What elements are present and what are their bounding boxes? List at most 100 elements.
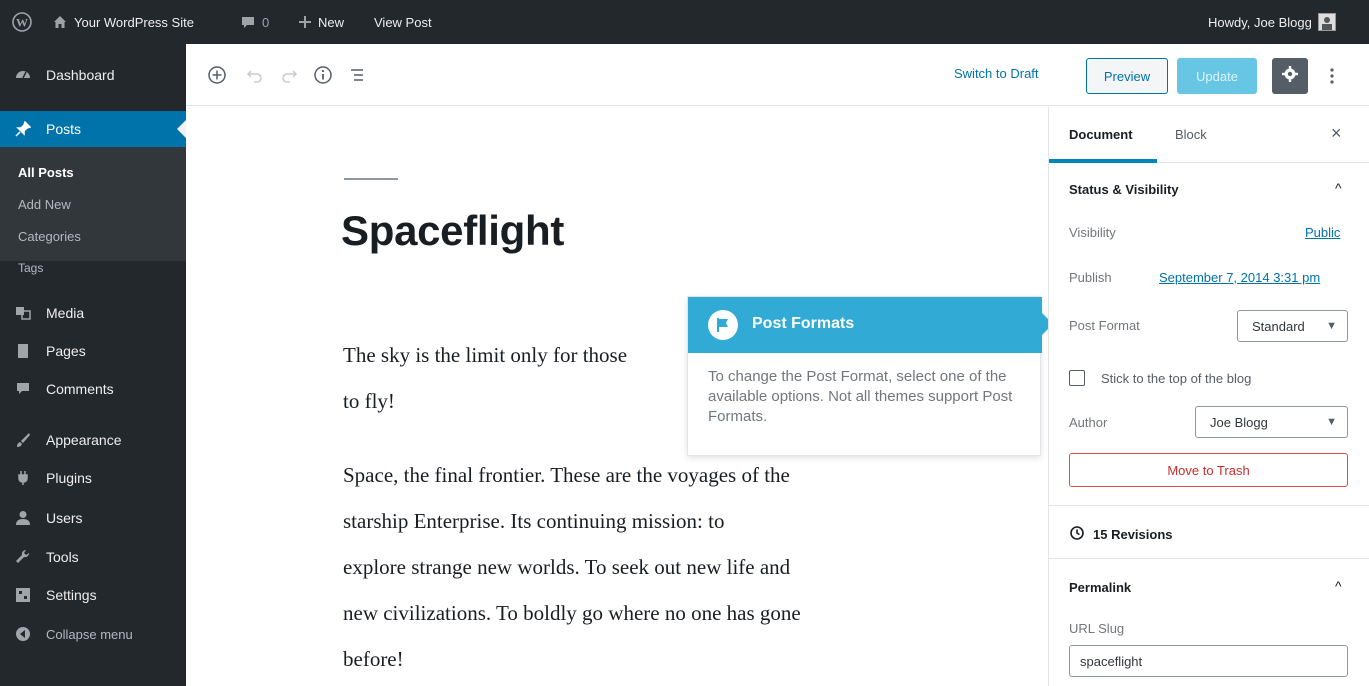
divider [1049, 505, 1369, 506]
sidebar-item-dashboard[interactable]: Dashboard [0, 58, 186, 92]
svg-text:W: W [16, 16, 28, 30]
avatar [1317, 13, 1336, 31]
sidebar-item-label: Dashboard [46, 67, 115, 83]
sidebar-item-posts[interactable]: Posts [0, 111, 186, 147]
sidebar-item-users[interactable]: Users [0, 501, 186, 535]
sidebar-item-plugins[interactable]: Plugins [0, 461, 186, 495]
preview-button[interactable]: Preview [1086, 58, 1168, 94]
info-icon[interactable] [312, 64, 334, 86]
paragraph-line: before! [343, 647, 404, 671]
revisions-link[interactable]: 15 Revisions [1069, 525, 1173, 544]
plus-icon [298, 15, 312, 29]
sidebar-item-label: Collapse menu [46, 626, 133, 642]
brush-icon [14, 431, 32, 449]
comments-icon [14, 380, 32, 398]
sidebar-item-label: Media [46, 305, 85, 321]
popover-body: To change the Post Format, select one of… [708, 368, 1013, 425]
sidebar-item-label: Plugins [46, 470, 92, 486]
wrench-icon [14, 548, 32, 566]
sidebar-item-settings[interactable]: Settings [0, 578, 186, 612]
view-post-label: View Post [374, 14, 432, 30]
chevron-down-icon: ▼ [1326, 416, 1337, 428]
new-label: New [318, 14, 345, 30]
greeting: Howdy, Joe Blogg [1208, 14, 1312, 30]
tab-document[interactable]: Document [1069, 127, 1133, 142]
settings-icon [14, 586, 32, 604]
chevron-down-icon: ▼ [1326, 320, 1337, 332]
users-icon [14, 509, 32, 527]
post-format-label: Post Format [1069, 318, 1140, 333]
new-content-link[interactable]: New [298, 0, 344, 44]
stick-to-top-checkbox[interactable] [1069, 370, 1085, 386]
admin-bar: W Your WordPress Site 0 New View Post Ho… [0, 0, 1369, 44]
sidebar-item-tools[interactable]: Tools [0, 540, 186, 574]
sidebar-tabs: Document Block × [1049, 107, 1369, 163]
site-name: Your WordPress Site [74, 14, 194, 30]
visibility-label: Visibility [1069, 225, 1116, 240]
submenu-add-new[interactable]: Add New [18, 197, 71, 212]
comments-count: 0 [262, 14, 270, 30]
tab-block[interactable]: Block [1175, 127, 1207, 142]
switch-to-draft-button[interactable]: Switch to Draft [954, 66, 1039, 81]
author-label: Author [1069, 415, 1108, 430]
gear-icon [1281, 65, 1299, 88]
sidebar-item-media[interactable]: Media [0, 296, 186, 330]
sidebar-item-pages[interactable]: Pages [0, 334, 186, 368]
flag-icon [708, 310, 738, 340]
update-button[interactable]: Update [1177, 58, 1257, 94]
post-format-select[interactable]: Standard ▼ [1237, 310, 1348, 342]
post-formats-popover: Post Formats To change the Post Format, … [687, 296, 1042, 456]
submenu-categories[interactable]: Categories [18, 229, 81, 244]
plug-icon [14, 469, 32, 487]
url-slug-input[interactable]: spaceflight [1069, 645, 1348, 677]
wordpress-logo-icon[interactable]: W [12, 0, 32, 44]
paragraph-line: explore strange new worlds. To seek out … [343, 555, 791, 579]
stick-to-top-label[interactable]: Stick to the top of the blog [1101, 371, 1251, 386]
visibility-link[interactable]: Public [1305, 225, 1340, 240]
popover-title: Post Formats [752, 315, 855, 332]
chevron-up-icon[interactable]: ^ [1335, 180, 1342, 196]
sidebar-item-label: Users [46, 510, 83, 526]
chevron-up-icon[interactable]: ^ [1335, 578, 1342, 594]
author-select[interactable]: Joe Blogg ▼ [1195, 406, 1348, 438]
more-options-icon[interactable] [1324, 58, 1340, 94]
posts-submenu: All Posts Add New Categories Tags [0, 147, 186, 275]
submenu-tags[interactable]: Tags [18, 261, 43, 275]
publish-label: Publish [1069, 270, 1112, 285]
sidebar-item-label: Posts [46, 121, 82, 137]
pin-icon [14, 120, 32, 138]
publish-date-link[interactable]: September 7, 2014 3:31 pm [1159, 270, 1320, 285]
pages-icon [14, 342, 32, 360]
sidebar-item-label: Comments [46, 381, 114, 397]
add-block-icon[interactable] [206, 64, 228, 86]
settings-button[interactable] [1272, 58, 1308, 94]
popover-header: Post Formats [688, 297, 1042, 353]
post-title[interactable]: Spaceflight [341, 207, 564, 255]
permalink-title[interactable]: Permalink [1069, 580, 1131, 595]
account-menu[interactable]: Howdy, Joe Blogg [1208, 0, 1336, 44]
paragraph-line: starship Enterprise. Its continuing miss… [343, 509, 725, 533]
move-to-trash-button[interactable]: Move to Trash [1069, 453, 1348, 487]
comment-bubble-icon [240, 14, 256, 30]
close-icon[interactable]: × [1331, 123, 1342, 144]
sidebar-item-label: Tools [46, 549, 79, 565]
block-navigation-icon[interactable] [346, 64, 368, 86]
title-separator [344, 178, 398, 180]
status-visibility-title[interactable]: Status & Visibility [1069, 182, 1179, 197]
sidebar-item-comments[interactable]: Comments [0, 372, 186, 406]
sidebar-item-collapse[interactable]: Collapse menu [0, 617, 186, 651]
undo-icon[interactable] [244, 64, 266, 86]
redo-icon[interactable] [278, 64, 300, 86]
submenu-all-posts[interactable]: All Posts [18, 165, 74, 180]
media-icon [14, 304, 32, 322]
sidebar-item-appearance[interactable]: Appearance [0, 423, 186, 457]
comments-link[interactable]: 0 [240, 0, 269, 44]
author-value: Joe Blogg [1210, 414, 1268, 430]
site-name-link[interactable]: Your WordPress Site [52, 0, 194, 44]
paragraph-line: Space, the final frontier. These are the… [343, 463, 790, 487]
paragraph-block[interactable]: Space, the final frontier. These are the… [343, 452, 903, 682]
post-format-value: Standard [1252, 318, 1305, 334]
history-icon [1069, 525, 1085, 544]
view-post-link[interactable]: View Post [374, 0, 432, 44]
sidebar-item-label: Pages [46, 343, 86, 359]
